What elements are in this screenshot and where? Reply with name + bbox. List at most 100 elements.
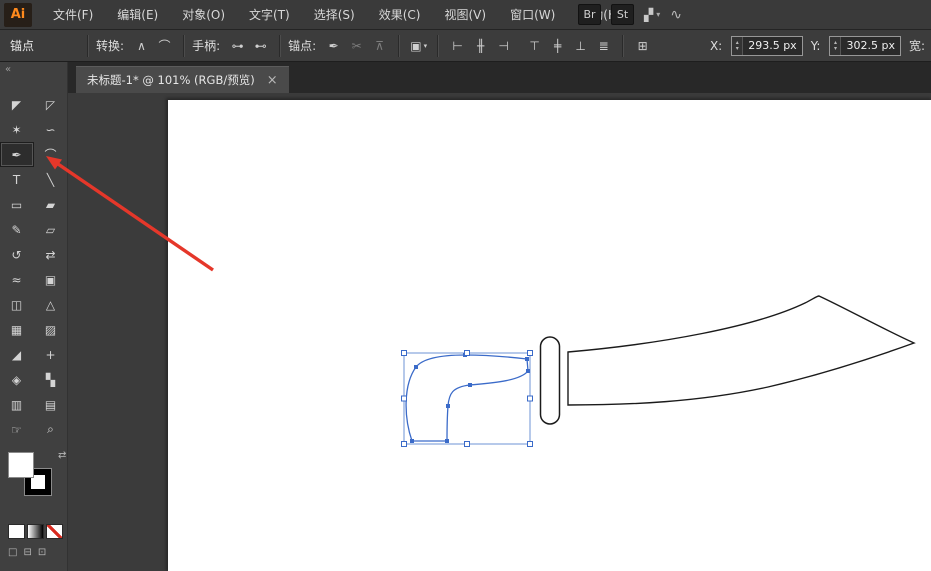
color-button[interactable] [8, 524, 25, 539]
width-label: 宽: [909, 37, 925, 54]
direct-selection-tool[interactable]: ◸ [34, 92, 68, 117]
app-logo-icon: Ai [4, 3, 32, 27]
menu-bar: Ai 文件(F) 编辑(E) 对象(O) 文字(T) 选择(S) 效果(C) 视… [0, 0, 931, 30]
width-tool[interactable]: ≈ [0, 267, 34, 292]
y-stepper[interactable]: ▴ ▾ [830, 37, 841, 55]
reference-point-icon[interactable]: ⊞ [631, 36, 654, 56]
chevron-down-icon: ▾ [656, 10, 660, 19]
draw-behind-button[interactable]: ⊟ [23, 547, 31, 558]
swap-colors-icon[interactable]: ⇄ [58, 450, 66, 461]
show-handles-icon[interactable]: ⊶ [226, 36, 249, 56]
separator [87, 35, 89, 57]
menu-object[interactable]: 对象(O) [170, 0, 237, 30]
sync-settings-icon[interactable]: ∿ [670, 7, 682, 23]
shape-builder-tool[interactable]: ◫ [0, 292, 34, 317]
x-value[interactable]: 293.5 px [743, 37, 801, 55]
document-tab-bar: 未标题-1* @ 101% (RGB/预览) × [68, 62, 931, 93]
rotate-tool[interactable]: ↺ [0, 242, 34, 267]
menu-effect[interactable]: 效果(C) [367, 0, 433, 30]
scale-tool[interactable]: ⇄ [34, 242, 68, 267]
control-bar: 锚点 转换: ∧ ⌒ 手柄: ⊶ ⊷ 锚点: ✒ ✂ ⊼ ▣▾ ⊢ ╫ ⊣ ⊤ … [0, 30, 931, 62]
curvature-tool[interactable]: ⌒ [34, 142, 68, 167]
artboard[interactable] [168, 100, 931, 571]
distribute-icon[interactable]: ≣ [592, 36, 615, 56]
eyedropper-tool[interactable]: ◢ [0, 342, 34, 367]
align-bottom-icon[interactable]: ⊥ [569, 36, 592, 56]
hand-tool[interactable]: ☞ [0, 417, 34, 442]
column-graph-tool[interactable]: ▥ [0, 392, 34, 417]
perspective-grid-tool[interactable]: △ [34, 292, 68, 317]
convert-smooth-icon[interactable]: ⌒ [153, 36, 176, 56]
anchors-label: 锚点: [288, 37, 316, 54]
magic-wand-tool[interactable]: ✶ [0, 117, 34, 142]
document-tab[interactable]: 未标题-1* @ 101% (RGB/预览) × [76, 66, 289, 93]
symbol-sprayer-tool[interactable]: ▚ [34, 367, 68, 392]
workspace-switcher[interactable]: ▞ ▾ [644, 8, 660, 22]
align-left-icon[interactable]: ⊢ [446, 36, 469, 56]
stock-button[interactable]: St [611, 4, 634, 25]
anchor-point-panel-label: 锚点 [10, 37, 34, 54]
delete-anchor-icon[interactable]: ✒ [322, 36, 345, 56]
hide-handles-icon[interactable]: ⊷ [249, 36, 272, 56]
handles-label: 手柄: [192, 37, 220, 54]
lasso-tool[interactable]: ∽ [34, 117, 68, 142]
stepper-down-icon: ▾ [732, 46, 742, 52]
line-segment-tool[interactable]: ╲ [34, 167, 68, 192]
type-tool[interactable]: T [0, 167, 34, 192]
menu-view[interactable]: 视图(V) [432, 0, 498, 30]
rectangle-tool[interactable]: ▭ [0, 192, 34, 217]
selection-tool[interactable]: ◤ [0, 92, 34, 117]
separator [437, 35, 439, 57]
illustrator-window: Ai 文件(F) 编辑(E) 对象(O) 文字(T) 选择(S) 效果(C) 视… [0, 0, 931, 571]
convert-corner-icon[interactable]: ∧ [130, 36, 153, 56]
menu-type[interactable]: 文字(T) [237, 0, 302, 30]
canvas-pasteboard[interactable] [68, 93, 931, 571]
color-mode-buttons [8, 524, 67, 539]
pencil-tool[interactable]: ✎ [0, 217, 34, 242]
tools-grid: ◤ ◸ ✶ ∽ ✒ ⌒ T ╲ ▭ ▰ ✎ ▱ ↺ ⇄ ≈ ▣ ◫ △ ▦ ▨ … [0, 92, 67, 442]
menu-select[interactable]: 选择(S) [302, 0, 367, 30]
bridge-button[interactable]: Br [578, 4, 601, 25]
y-value[interactable]: 302.5 px [841, 37, 899, 55]
menu-file[interactable]: 文件(F) [41, 0, 105, 30]
none-button[interactable] [46, 524, 63, 539]
y-label: Y: [811, 39, 821, 53]
document-tab-title: 未标题-1* @ 101% (RGB/预览) [87, 72, 255, 88]
align-center-icon[interactable]: ╫ [469, 36, 492, 56]
menu-edit[interactable]: 编辑(E) [105, 0, 170, 30]
drawing-mode-buttons: □ ⊟ ⊡ [8, 547, 67, 558]
align-to-dropdown[interactable]: ▣▾ [407, 36, 430, 56]
gradient-button[interactable] [27, 524, 44, 539]
y-position-field[interactable]: ▴ ▾ 302.5 px [829, 36, 900, 56]
collapse-panel-icon[interactable]: « [0, 62, 67, 92]
x-position-field[interactable]: ▴ ▾ 293.5 px [731, 36, 802, 56]
align-middle-icon[interactable]: ╪ [546, 36, 569, 56]
workspace-icon: ▞ [644, 8, 653, 22]
align-top-icon[interactable]: ⊤ [523, 36, 546, 56]
free-transform-tool[interactable]: ▣ [34, 267, 68, 292]
x-label: X: [710, 39, 722, 53]
tools-panel: « ◤ ◸ ✶ ∽ ✒ ⌒ T ╲ ▭ ▰ ✎ ▱ ↺ ⇄ ≈ ▣ ◫ △ ▦ … [0, 62, 68, 571]
close-icon[interactable]: × [267, 74, 278, 87]
cut-path-icon[interactable]: ✂ [345, 36, 368, 56]
fill-color-swatch[interactable] [8, 452, 34, 478]
blend-tool[interactable]: ◈ [0, 367, 34, 392]
eraser-tool[interactable]: ▱ [34, 217, 68, 242]
paintbrush-tool[interactable]: ▰ [34, 192, 68, 217]
draw-normal-button[interactable]: □ [8, 547, 17, 558]
stepper-down-icon: ▾ [830, 46, 840, 52]
align-to-icon: ▣ [410, 39, 421, 53]
separator [183, 35, 185, 57]
chevron-down-icon: ▾ [424, 42, 428, 50]
zoom-tool[interactable]: ⌕ [34, 417, 68, 442]
gradient-tool[interactable]: ▨ [34, 317, 68, 342]
align-right-icon[interactable]: ⊣ [492, 36, 515, 56]
x-stepper[interactable]: ▴ ▾ [732, 37, 743, 55]
pen-tool[interactable]: ✒ [0, 142, 34, 167]
artboard-tool[interactable]: ▤ [34, 392, 68, 417]
measure-tool[interactable]: + [34, 342, 68, 367]
mesh-tool[interactable]: ▦ [0, 317, 34, 342]
menu-window[interactable]: 窗口(W) [498, 0, 567, 30]
draw-inside-button[interactable]: ⊡ [38, 547, 46, 558]
connect-path-icon[interactable]: ⊼ [368, 36, 391, 56]
